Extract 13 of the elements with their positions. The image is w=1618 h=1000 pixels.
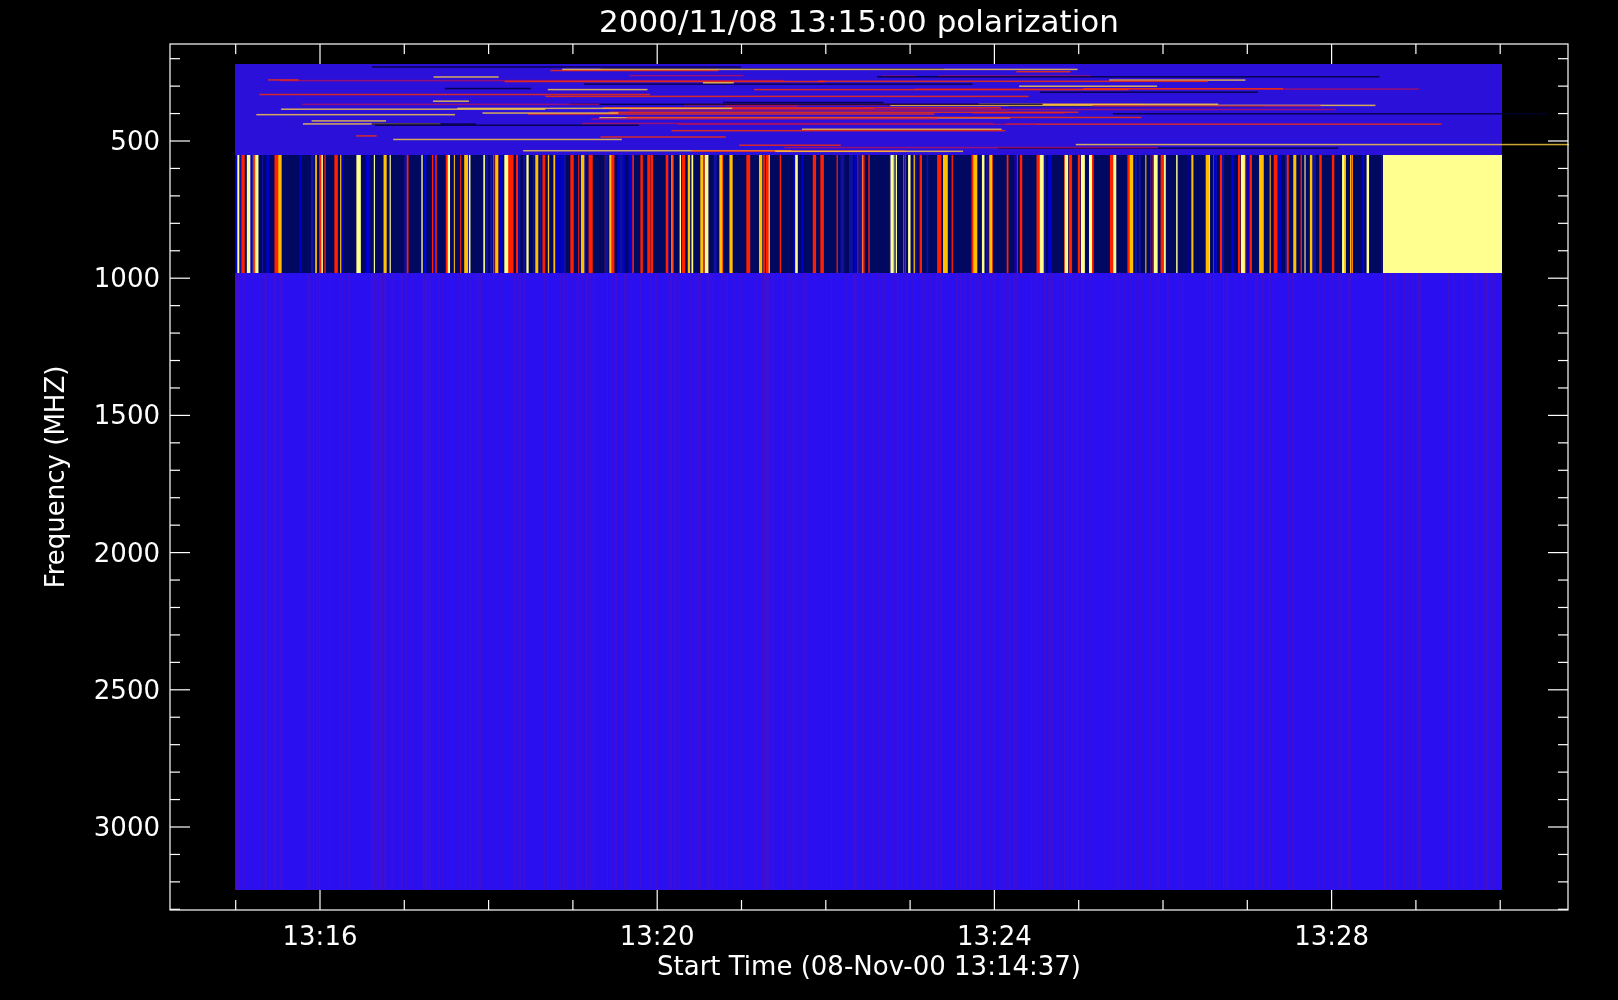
y-tick-label: 2500 bbox=[93, 674, 160, 705]
x-axis-label: Start Time (08-Nov-00 13:14:37) bbox=[657, 951, 1081, 981]
y-tick-label: 1500 bbox=[93, 400, 160, 431]
x-tick-label: 13:28 bbox=[1294, 921, 1370, 951]
y-tick-label: 500 bbox=[110, 126, 160, 156]
y-tick-label: 1000 bbox=[93, 263, 160, 294]
x-tick-label: 13:24 bbox=[956, 921, 1032, 951]
y-axis-label: Frequency (MHZ) bbox=[40, 365, 70, 589]
y-tick-label: 3000 bbox=[93, 812, 160, 842]
x-tick-label: 13:16 bbox=[282, 921, 358, 951]
plot-title: 2000/11/08 13:15:00 polarization bbox=[599, 3, 1119, 39]
x-tick-label: 13:20 bbox=[619, 921, 695, 951]
y-tick-label: 2000 bbox=[93, 537, 160, 568]
